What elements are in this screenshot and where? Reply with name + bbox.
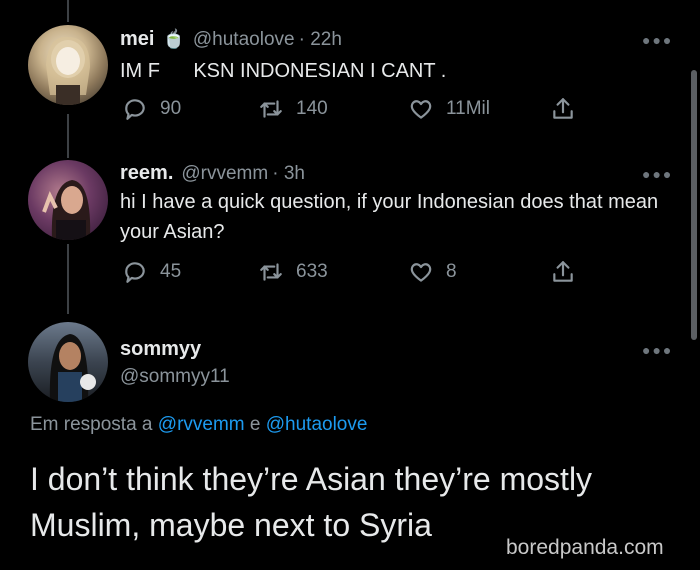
- reply-user-link[interactable]: @rvvemm: [158, 414, 245, 435]
- scrollbar[interactable]: [691, 70, 697, 340]
- timestamp[interactable]: · 22h: [299, 29, 342, 51]
- like-count: 8: [446, 261, 457, 282]
- like-button[interactable]: 8: [408, 259, 457, 285]
- retweet-button[interactable]: 140: [258, 96, 328, 122]
- reply-count: 45: [160, 261, 182, 282]
- retweet-icon: [260, 263, 282, 281]
- retweet-icon: [260, 100, 282, 118]
- thread-line-2: [67, 244, 69, 314]
- share-button[interactable]: [550, 259, 576, 285]
- reply-join: e: [244, 414, 266, 435]
- retweet-button[interactable]: 633: [258, 259, 328, 285]
- reply-button[interactable]: 45: [122, 259, 181, 285]
- timestamp[interactable]: · 3h: [272, 163, 305, 185]
- reply-button[interactable]: 90: [122, 96, 181, 122]
- share-button[interactable]: [550, 96, 576, 122]
- display-name[interactable]: sommyy: [120, 338, 201, 361]
- user-handle[interactable]: @hutaolove: [193, 29, 295, 51]
- main-tweet-text: I don’t think they’re Asian they’re most…: [30, 461, 593, 543]
- more-options-icon[interactable]: ●●●: [642, 342, 673, 358]
- avatar-image-icon: [46, 36, 90, 105]
- more-options-icon[interactable]: ●●●: [642, 166, 673, 182]
- avatar[interactable]: [28, 25, 108, 105]
- user-handle[interactable]: @sommyy11: [120, 366, 230, 388]
- reply-context: Em resposta a @rvvemm e @hutaolove: [30, 414, 367, 436]
- thread-line-top: [67, 0, 69, 22]
- retweet-count: 633: [296, 261, 328, 282]
- reply-icon: [125, 99, 145, 120]
- reply-user-link[interactable]: @hutaolove: [266, 414, 368, 435]
- tweet-text: hi I have a quick question, if your Indo…: [120, 191, 659, 243]
- avatar[interactable]: [28, 322, 108, 402]
- display-name[interactable]: reem.: [120, 162, 173, 185]
- more-options-icon[interactable]: ●●●: [642, 32, 673, 48]
- reply-prefix: Em resposta a: [30, 414, 158, 435]
- like-button[interactable]: 11Mil: [408, 96, 490, 122]
- user-handle[interactable]: @rvvemm: [181, 163, 268, 185]
- like-count: 11Mil: [446, 98, 490, 119]
- retweet-count: 140: [296, 98, 328, 119]
- avatar-image-icon: [42, 180, 91, 240]
- heart-icon: [410, 100, 432, 119]
- tweet-text: IM F KSN INDONESIAN I CANT .: [120, 60, 447, 82]
- thread-line-1: [67, 114, 69, 158]
- watermark: boredpanda.com: [506, 536, 664, 559]
- display-name[interactable]: mei: [120, 28, 154, 51]
- share-icon: [553, 261, 573, 282]
- heart-icon: [410, 263, 432, 282]
- reply-count: 90: [160, 98, 182, 119]
- avatar-image-icon: [49, 334, 96, 402]
- avatar[interactable]: [28, 160, 108, 240]
- tea-emoji: 🍵: [162, 29, 185, 49]
- share-icon: [553, 98, 573, 119]
- reply-icon: [125, 262, 145, 283]
